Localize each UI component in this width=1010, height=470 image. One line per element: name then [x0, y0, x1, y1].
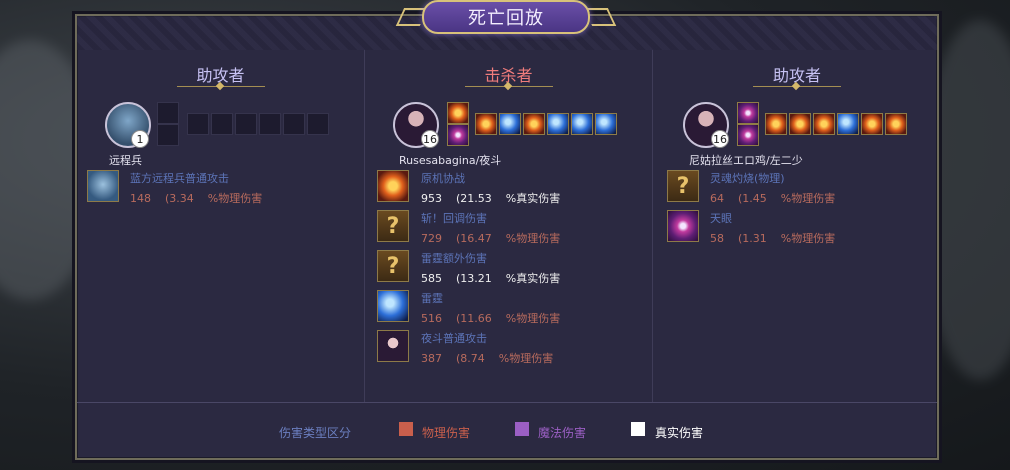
eye-skill-icon	[667, 210, 699, 242]
player-name: 远程兵	[109, 154, 142, 167]
heading-ornament	[465, 86, 553, 90]
player-name: Rusesabagina/夜斗	[399, 154, 502, 167]
item-5-icon	[571, 113, 593, 135]
item-6-icon	[885, 113, 907, 135]
minion-attack-icon	[87, 170, 119, 202]
title-banner: 死亡回放	[422, 0, 590, 34]
item-3-icon	[523, 113, 545, 135]
summoner-slot-2	[157, 124, 179, 146]
item-slot-5	[283, 113, 305, 135]
heading-ornament	[753, 86, 841, 90]
damage-source-name: 夜斗普通攻击	[421, 332, 487, 345]
item-slot-6	[307, 113, 329, 135]
heading-ornament	[177, 86, 265, 90]
summoner-spell-2-icon	[737, 124, 759, 146]
unknown-skill-icon: ?	[377, 210, 409, 242]
player-name: 尼姑拉丝エロ鸡/左二少	[689, 154, 803, 167]
death-recap-panel: 助攻者 1 远程兵 蓝方远程兵普通攻击 148 (3.34 %物理伤害 击杀者 …	[75, 14, 939, 460]
item-3-icon	[813, 113, 835, 135]
assister-column-1: 助攻者 1 远程兵 蓝方远程兵普通攻击 148 (3.34 %物理伤害	[77, 50, 365, 402]
item-2-icon	[789, 113, 811, 135]
item-4-icon	[547, 113, 569, 135]
item-slot-1	[187, 113, 209, 135]
damage-source-name: 斩！回调伤害	[421, 212, 487, 225]
page-title: 死亡回放	[468, 8, 544, 29]
item-slot-3	[235, 113, 257, 135]
summoner-spell-1-icon	[737, 102, 759, 124]
blue-slash-icon	[377, 290, 409, 322]
item-2-icon	[499, 113, 521, 135]
damage-source-name: 天眼	[710, 212, 732, 225]
damage-value: 58 (1.31 %物理伤害	[710, 232, 836, 245]
item-5-icon	[861, 113, 883, 135]
level-badge: 16	[421, 130, 439, 148]
damage-source-name: 雷霆额外伤害	[421, 252, 487, 265]
item-1-icon	[765, 113, 787, 135]
legend-divider	[77, 402, 937, 403]
summoner-slot-1	[157, 102, 179, 124]
unknown-skill-icon: ?	[667, 170, 699, 202]
damage-value: 148 (3.34 %物理伤害	[130, 192, 263, 205]
damage-value: 953 (21.53 %真实伤害	[421, 192, 561, 205]
killer-column: 击杀者 16 Rusesabagina/夜斗 原机协战 953 (21.53 %…	[365, 50, 653, 402]
item-slot-4	[259, 113, 281, 135]
level-badge: 1	[131, 130, 149, 148]
fire-skill-icon	[377, 170, 409, 202]
damage-value: 387 (8.74 %物理伤害	[421, 352, 554, 365]
damage-source-name: 雷霆	[421, 292, 443, 305]
magic-swatch	[515, 422, 529, 436]
legend-label: 伤害类型区分	[279, 426, 352, 440]
assister-column-2: 助攻者 16 尼姑拉丝エロ鸡/左二少 ? 灵魂灼烧(物理) 64 (1.45 %…	[653, 50, 941, 402]
item-slot-2	[211, 113, 233, 135]
summoner-spell-1-icon	[447, 102, 469, 124]
damage-source-name: 蓝方远程兵普通攻击	[130, 172, 229, 185]
item-6-icon	[595, 113, 617, 135]
item-4-icon	[837, 113, 859, 135]
damage-value: 585 (13.21 %真实伤害	[421, 272, 561, 285]
legend-physical: 物理伤害	[422, 426, 471, 440]
true-swatch	[631, 422, 645, 436]
level-badge: 16	[711, 130, 729, 148]
legend-magic: 魔法伤害	[538, 426, 587, 440]
legend-true: 真实伤害	[655, 426, 704, 440]
hero-attack-icon	[377, 330, 409, 362]
physical-swatch	[399, 422, 413, 436]
damage-value: 516 (11.66 %物理伤害	[421, 312, 561, 325]
item-1-icon	[475, 113, 497, 135]
summoner-spell-2-icon	[447, 124, 469, 146]
damage-value: 729 (16.47 %物理伤害	[421, 232, 561, 245]
damage-source-name: 原机协战	[421, 172, 465, 185]
unknown-skill-icon: ?	[377, 250, 409, 282]
damage-source-name: 灵魂灼烧(物理)	[710, 172, 785, 185]
damage-value: 64 (1.45 %物理伤害	[710, 192, 836, 205]
